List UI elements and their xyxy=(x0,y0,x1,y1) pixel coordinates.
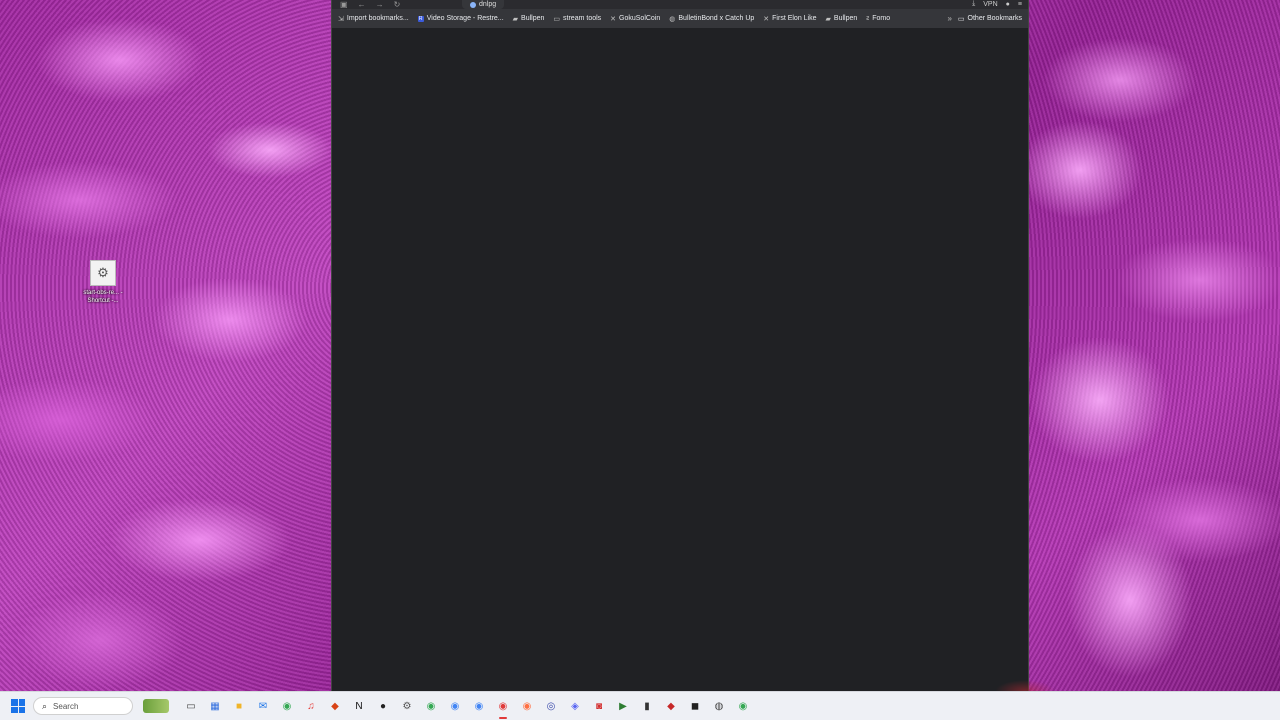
mail-icon[interactable]: ✉ xyxy=(255,698,271,714)
taskbar: ⌕ Search ▭ ▦ ■ ✉ ◉ ♫ ◆ N ● ⚙ ◉ ◉ ◉ ◉ ◉ ◎ ◈ ◙ ▶ ▮ ◆ ◼ ◍ ◉ xyxy=(0,691,1280,720)
calendar-icon[interactable]: ▦ xyxy=(207,698,223,714)
bookmark-fomo[interactable]: ᴤ Fomo xyxy=(866,15,890,22)
folder-icon: ▭ xyxy=(553,15,561,23)
bookmark-label: Video Storage - Restre... xyxy=(426,15,504,22)
import-icon: ⇲ xyxy=(338,15,344,23)
other-bookmarks[interactable]: ▭ Other Bookmarks xyxy=(958,15,1022,23)
bullpen-icon: ▰ xyxy=(825,15,831,23)
app-icon[interactable]: ◍ xyxy=(711,698,727,714)
discord-icon[interactable]: ◈ xyxy=(567,698,583,714)
app-icon[interactable]: ◙ xyxy=(591,698,607,714)
forward-icon[interactable]: → xyxy=(376,0,384,9)
windows-start-icon[interactable] xyxy=(11,699,25,713)
terminal-icon[interactable]: ▮ xyxy=(639,698,655,714)
firefox-icon[interactable]: ◉ xyxy=(519,698,535,714)
app-icon[interactable]: ◆ xyxy=(327,698,343,714)
obs-icon[interactable]: ● xyxy=(375,698,391,714)
folder-icon[interactable]: ■ xyxy=(231,698,247,714)
weather-widget[interactable] xyxy=(143,699,169,713)
restream-icon: R xyxy=(417,15,424,22)
tab-favicon-icon xyxy=(470,1,476,8)
shortcut-gear-icon: ⚙ xyxy=(90,260,116,286)
taskbar-search[interactable]: ⌕ Search xyxy=(33,697,133,715)
search-placeholder: Search xyxy=(53,701,79,711)
bookmark-import[interactable]: ⇲ Import bookmarks... xyxy=(338,15,409,23)
bookmark-first-elon-like[interactable]: ✕ First Elon Like xyxy=(763,15,816,23)
app-icon[interactable]: ◆ xyxy=(663,698,679,714)
bookmark-bullpen[interactable]: ▰ Bullpen xyxy=(513,15,545,23)
vpn-button[interactable]: VPN xyxy=(983,1,997,8)
settings-icon[interactable]: ⚙ xyxy=(399,698,415,714)
folder-icon: ▭ xyxy=(957,15,965,23)
bookmark-label: Bullpen xyxy=(833,15,858,22)
chrome-icon[interactable]: ◉ xyxy=(447,698,463,714)
menu-icon[interactable]: ≡ xyxy=(1018,1,1022,8)
bookmark-label: GokuSolCoin xyxy=(619,15,661,22)
tab-title: dnlpg xyxy=(479,1,497,8)
file-explorer-icon[interactable]: ▭ xyxy=(183,698,199,714)
search-icon: ⌕ xyxy=(42,700,48,711)
app-icon[interactable]: ◼ xyxy=(687,698,703,714)
chevron-right-icon[interactable]: » xyxy=(948,14,952,23)
reload-icon[interactable]: ↻ xyxy=(394,0,401,9)
extension-icon[interactable]: ● xyxy=(1006,1,1010,8)
bookmark-stream-tools[interactable]: ▭ stream tools xyxy=(553,15,601,23)
bookmarks-bar: ⇲ Import bookmarks... R Video Storage - … xyxy=(332,9,1028,29)
bookmark-gokusolcoin[interactable]: ✕ GokuSolCoin xyxy=(610,15,660,23)
back-icon[interactable]: ← xyxy=(358,0,366,9)
bookmark-bulletinbond[interactable]: ◍ BulletinBond x Catch Up xyxy=(669,15,754,23)
desktop-shortcut-obs[interactable]: ⚙ start-obs-re... - Shortcut -... xyxy=(80,260,126,305)
desktop-shortcut-label: start-obs-re... - Shortcut -... xyxy=(83,290,123,304)
x-icon: ✕ xyxy=(763,15,770,23)
chrome-icon[interactable]: ◉ xyxy=(471,698,487,714)
notion-icon[interactable]: N xyxy=(351,698,367,714)
bookmark-label: BulletinBond x Catch Up xyxy=(678,15,755,22)
browser-titlebar: ▣ ← → ↻ dnlpg ⤓ VPN ● ≡ xyxy=(332,0,1028,9)
bookmark-label: Bullpen xyxy=(521,15,545,22)
download-icon[interactable]: ⤓ xyxy=(972,0,975,8)
globe-icon: ◍ xyxy=(669,15,676,23)
taskbar-apps: ▭ ▦ ■ ✉ ◉ ♫ ◆ N ● ⚙ ◉ ◉ ◉ ◉ ◉ ◎ ◈ ◙ ▶ ▮ ◆ ◼ ◍ ◉ xyxy=(183,698,751,719)
bullpen-icon: ▰ xyxy=(512,15,519,23)
bookmark-label: First Elon Like xyxy=(772,15,817,22)
browser-window: ▣ ← → ↻ dnlpg ⤓ VPN ● ≡ ⇲ Import bookmar… xyxy=(331,0,1029,692)
chrome-icon[interactable]: ◉ xyxy=(279,698,295,714)
app-icon[interactable]: ▶ xyxy=(615,698,631,714)
browser-tab[interactable]: dnlpg xyxy=(462,0,505,9)
bookmark-bullpen-2[interactable]: ▰ Bullpen xyxy=(826,15,858,23)
chrome-icon[interactable]: ◉ xyxy=(495,698,511,719)
bookmark-label: Import bookmarks... xyxy=(346,15,409,22)
chrome-icon[interactable]: ◉ xyxy=(423,698,439,714)
bookmark-label: stream tools xyxy=(563,15,602,22)
other-bookmarks-label: Other Bookmarks xyxy=(967,15,1022,22)
chrome-icon[interactable]: ◉ xyxy=(735,698,751,714)
x-icon: ✕ xyxy=(610,15,617,23)
fomo-icon: ᴤ xyxy=(866,15,870,22)
bookmark-video-storage[interactable]: R Video Storage - Restre... xyxy=(417,15,504,22)
bookmark-label: Fomo xyxy=(872,15,891,22)
page-content xyxy=(332,28,1028,692)
sidebar-icon[interactable]: ▣ xyxy=(340,0,348,9)
music-icon[interactable]: ♫ xyxy=(303,698,319,714)
app-icon[interactable]: ◎ xyxy=(543,698,559,714)
